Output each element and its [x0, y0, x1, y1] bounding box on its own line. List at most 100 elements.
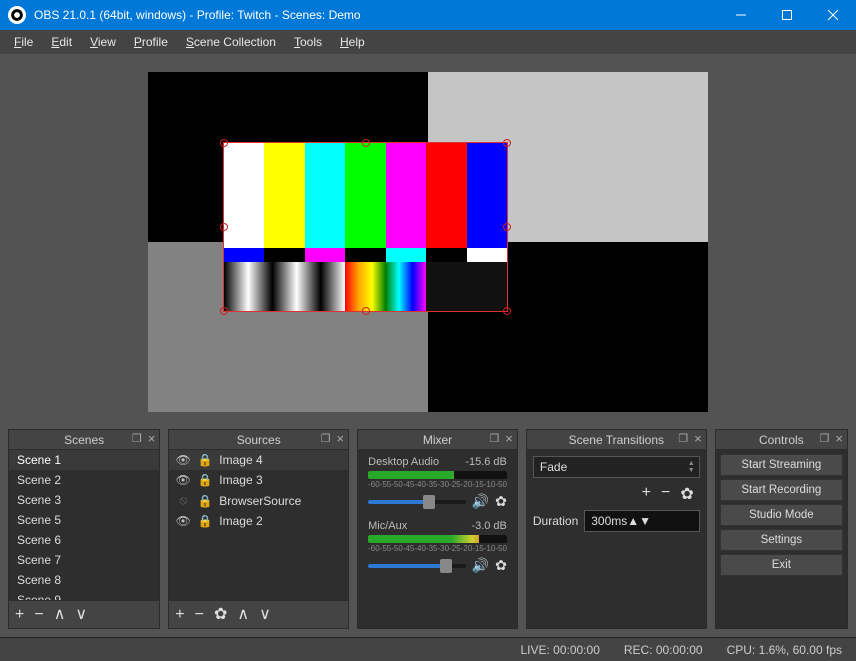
status-rec: REC: 00:00:00 — [624, 643, 703, 657]
resize-handle-w[interactable] — [220, 223, 228, 231]
lock-toggle-icon[interactable]: 🔒 — [197, 453, 213, 467]
channel-settings-icon[interactable]: ✿ — [495, 493, 507, 510]
add-source-button[interactable]: + — [175, 607, 184, 623]
channel-db: -15.6 dB — [465, 456, 507, 468]
transitions-panel: Scene Transitions ❐ × Fade ▲▼ + − ✿ Durat… — [526, 429, 707, 629]
menu-view[interactable]: View — [82, 32, 124, 52]
source-label: Image 2 — [219, 514, 262, 528]
menu-profile[interactable]: Profile — [126, 32, 176, 52]
scenes-panel: Scenes ❐× Scene 1Scene 2Scene 3Scene 5Sc… — [8, 429, 160, 629]
studio-mode-button[interactable]: Studio Mode — [720, 504, 843, 526]
close-icon[interactable]: × — [694, 431, 702, 446]
transitions-panel-title: Scene Transitions — [569, 433, 664, 447]
remove-transition-button[interactable]: − — [661, 484, 670, 504]
lock-toggle-icon[interactable]: 🔒 — [197, 473, 213, 487]
window-title: OBS 21.0.1 (64bit, windows) - Profile: T… — [34, 8, 718, 22]
scenes-panel-title: Scenes — [64, 433, 104, 447]
scene-item[interactable]: Scene 9 — [9, 590, 159, 600]
resize-handle-e[interactable] — [503, 223, 511, 231]
visibility-toggle-icon[interactable]: 👁 — [175, 453, 191, 467]
transition-select[interactable]: Fade ▲▼ — [533, 456, 700, 478]
vu-meter — [368, 471, 507, 479]
menu-scene-collection[interactable]: Scene Collection — [178, 32, 284, 52]
speaker-icon[interactable]: 🔊 — [472, 493, 489, 510]
app-icon — [8, 6, 26, 24]
close-icon[interactable]: × — [337, 431, 345, 446]
exit-button[interactable]: Exit — [720, 554, 843, 576]
scene-item[interactable]: Scene 3 — [9, 490, 159, 510]
scene-item[interactable]: Scene 6 — [9, 530, 159, 550]
remove-source-button[interactable]: − — [195, 607, 204, 623]
menu-tools[interactable]: Tools — [286, 32, 330, 52]
preview-area[interactable] — [8, 62, 848, 421]
scene-item[interactable]: Scene 1 — [9, 450, 159, 470]
source-label: Image 3 — [219, 473, 262, 487]
scene-item[interactable]: Scene 7 — [9, 550, 159, 570]
close-icon[interactable]: × — [505, 431, 513, 446]
status-bar: LIVE: 00:00:00 REC: 00:00:00 CPU: 1.6%, … — [0, 637, 856, 661]
start-recording-button[interactable]: Start Recording — [720, 479, 843, 501]
sources-panel-title: Sources — [237, 433, 281, 447]
move-source-up-button[interactable]: ∧ — [237, 607, 249, 623]
resize-handle-n[interactable] — [362, 139, 370, 147]
move-scene-up-button[interactable]: ∧ — [54, 607, 66, 623]
start-streaming-button[interactable]: Start Streaming — [720, 454, 843, 476]
vu-meter — [368, 535, 507, 543]
source-list[interactable]: 👁🔒Image 4👁🔒Image 3⦸🔒BrowserSource👁🔒Image… — [169, 450, 348, 531]
visibility-toggle-icon[interactable]: ⦸ — [175, 493, 191, 508]
mixer-panel-title: Mixer — [423, 433, 452, 447]
resize-handle-nw[interactable] — [220, 139, 228, 147]
move-source-down-button[interactable]: ∨ — [259, 607, 271, 623]
window-close-button[interactable] — [810, 0, 856, 30]
source-item[interactable]: ⦸🔒BrowserSource — [169, 490, 348, 511]
duration-input[interactable]: 300ms ▲▼ — [584, 510, 699, 532]
resize-handle-ne[interactable] — [503, 139, 511, 147]
resize-handle-se[interactable] — [503, 307, 511, 315]
resize-handle-sw[interactable] — [220, 307, 228, 315]
visibility-toggle-icon[interactable]: 👁 — [175, 473, 191, 487]
lock-toggle-icon[interactable]: 🔒 — [197, 494, 213, 508]
add-scene-button[interactable]: + — [15, 607, 24, 623]
window-minimize-button[interactable] — [718, 0, 764, 30]
sources-panel: Sources ❐× 👁🔒Image 4👁🔒Image 3⦸🔒BrowserSo… — [168, 429, 349, 629]
resize-handle-s[interactable] — [362, 307, 370, 315]
undock-icon[interactable]: ❐ — [678, 432, 688, 447]
lock-toggle-icon[interactable]: 🔒 — [197, 514, 213, 528]
channel-db: -3.0 dB — [471, 520, 506, 532]
menu-file[interactable]: File — [6, 32, 41, 52]
scene-item[interactable]: Scene 2 — [9, 470, 159, 490]
add-transition-button[interactable]: + — [642, 484, 651, 504]
channel-name: Desktop Audio — [368, 456, 439, 468]
scene-item[interactable]: Scene 8 — [9, 570, 159, 590]
remove-scene-button[interactable]: − — [34, 607, 43, 623]
scene-item[interactable]: Scene 5 — [9, 510, 159, 530]
transition-settings-button[interactable]: ✿ — [680, 484, 693, 504]
source-item[interactable]: 👁 🔒 Image 2 — [169, 511, 348, 531]
window-maximize-button[interactable] — [764, 0, 810, 30]
duration-label: Duration — [533, 514, 578, 528]
duration-value: 300ms — [591, 514, 627, 528]
menu-help[interactable]: Help — [332, 32, 373, 52]
close-icon[interactable]: × — [835, 431, 843, 446]
source-item[interactable]: 👁 🔒 Image 4 — [169, 450, 348, 470]
source-item[interactable]: 👁 🔒 Image 3 — [169, 470, 348, 490]
selected-source-bounds[interactable] — [224, 143, 507, 311]
undock-icon[interactable]: ❐ — [820, 432, 830, 447]
volume-slider[interactable] — [368, 500, 466, 504]
speaker-icon[interactable]: 🔊 — [472, 557, 489, 574]
undock-icon[interactable]: ❐ — [132, 432, 142, 447]
settings-button[interactable]: Settings — [720, 529, 843, 551]
channel-settings-icon[interactable]: ✿ — [495, 557, 507, 574]
undock-icon[interactable]: ❐ — [489, 432, 499, 447]
visibility-toggle-icon[interactable]: 👁 — [175, 514, 191, 528]
undock-icon[interactable]: ❐ — [321, 432, 331, 447]
source-label: Image 4 — [219, 453, 262, 467]
volume-slider[interactable] — [368, 564, 466, 568]
close-icon[interactable]: × — [148, 431, 156, 446]
menu-edit[interactable]: Edit — [43, 32, 80, 52]
move-scene-down-button[interactable]: ∨ — [75, 607, 87, 623]
preview-canvas[interactable] — [148, 72, 708, 412]
controls-panel-title: Controls — [759, 433, 804, 447]
source-settings-button[interactable]: ✿ — [214, 607, 227, 623]
scene-list[interactable]: Scene 1Scene 2Scene 3Scene 5Scene 6Scene… — [9, 450, 159, 600]
